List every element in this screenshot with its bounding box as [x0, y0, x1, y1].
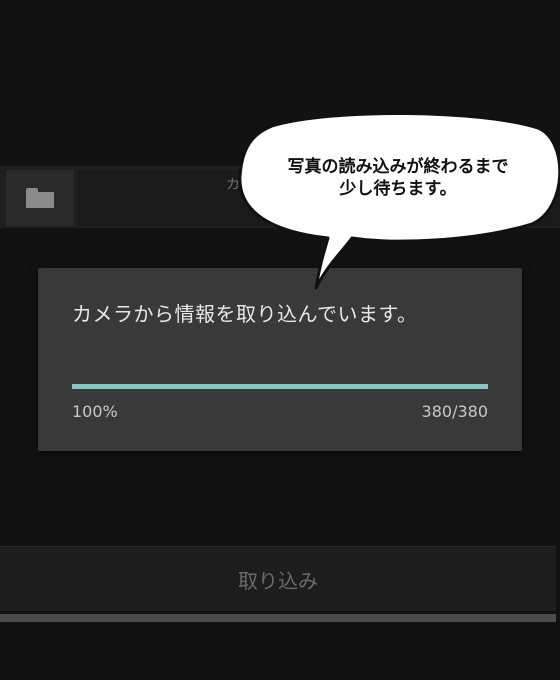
folder-icon [26, 188, 54, 208]
bottom-strip [0, 614, 556, 622]
progress-fill [72, 384, 488, 389]
progress-count: 380/380 [421, 402, 488, 421]
bubble-line-1: 写真の読み込みが終わるまで [287, 157, 509, 177]
progress-percent: 100% [72, 402, 118, 421]
action-bar: 取り込み [0, 546, 556, 611]
speech-bubble [238, 112, 560, 290]
import-button[interactable]: 取り込み [0, 547, 556, 611]
dialog-message: カメラから情報を取り込んでいます。 [72, 302, 418, 326]
bubble-line-2: 少し待ちます。 [339, 179, 457, 199]
progress-bar [72, 384, 488, 389]
bubble-text: 写真の読み込みが終わるまで 少し待ちます。 [248, 156, 548, 200]
folder-button[interactable] [6, 170, 74, 226]
